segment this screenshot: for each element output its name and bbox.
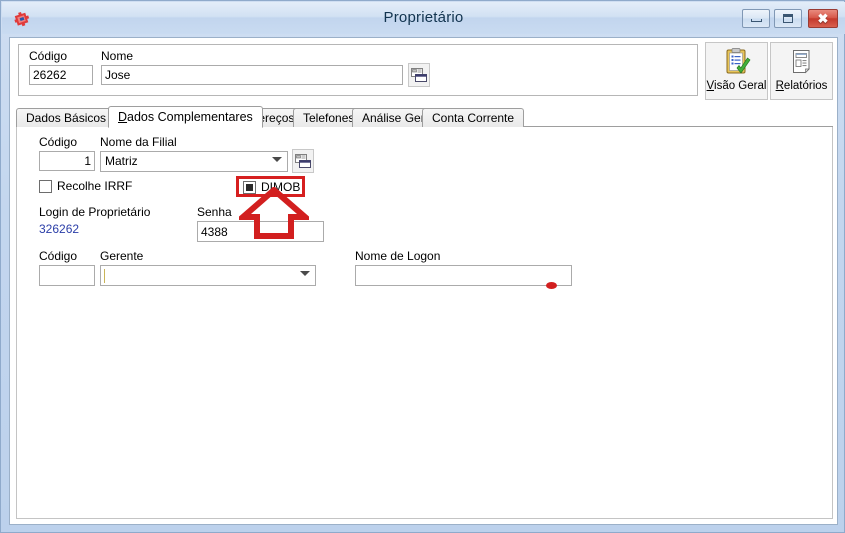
tab-conta-corrente[interactable]: Conta Corrente xyxy=(422,108,525,127)
visao-geral-accel-key: V xyxy=(706,80,715,92)
form-window-icon xyxy=(295,154,311,168)
title-bar: Proprietário ✖ xyxy=(2,2,845,34)
clipboard-check-icon xyxy=(726,48,750,74)
tab-page-dados-complementares: Código Nome da Filial Matriz xyxy=(16,127,833,519)
header-nome-browse-button[interactable] xyxy=(408,63,430,87)
filial-codigo-label: Código xyxy=(39,135,78,149)
tab-dados-basicos-label: Dados Básicos xyxy=(26,111,107,125)
form-window-icon xyxy=(411,68,427,82)
tab-strip: Dados Básicos Dados Complementares Ender… xyxy=(16,106,833,128)
report-document-icon xyxy=(792,50,810,74)
tab-dados-basicos[interactable]: Dados Básicos xyxy=(16,108,117,127)
login-value[interactable]: 326262 xyxy=(39,222,79,236)
filial-browse-button[interactable] xyxy=(292,149,314,173)
relatorios-label: Relatórios xyxy=(776,80,828,92)
gerente-codigo-input[interactable] xyxy=(39,265,95,286)
header-codigo-label: Código xyxy=(29,49,68,63)
nome-logon-input[interactable] xyxy=(355,265,572,286)
chevron-down-icon xyxy=(300,271,310,276)
header-toolbar: Visão Geral Relatórios xyxy=(705,42,833,100)
relatorios-accel-key: R xyxy=(775,80,784,92)
minimize-icon xyxy=(750,19,762,22)
header-nome-input[interactable] xyxy=(101,65,403,85)
filial-codigo-input[interactable] xyxy=(39,151,95,171)
recolhe-irrf-box xyxy=(39,179,52,193)
filial-nome-label: Nome da Filial xyxy=(100,135,177,149)
gerente-label: Gerente xyxy=(100,249,144,263)
tab-dados-complementares-accel-key: D xyxy=(118,110,128,124)
record-header-group: Código Nome xyxy=(18,44,698,96)
close-button[interactable]: ✖ xyxy=(808,9,838,28)
relatorios-button[interactable]: Relatórios xyxy=(770,42,833,100)
tab-page-bottom-edge xyxy=(16,519,833,520)
annotation-up-arrow xyxy=(234,186,314,244)
header-nome-label: Nome xyxy=(101,49,134,63)
tab-conta-corrente-label: Conta Corrente xyxy=(432,111,515,125)
nome-logon-label: Nome de Logon xyxy=(355,249,441,263)
annotation-red-dot xyxy=(546,282,557,289)
header-codigo-input[interactable] xyxy=(29,65,93,85)
visao-geral-button[interactable]: Visão Geral xyxy=(705,42,768,100)
window-title: Proprietário xyxy=(383,9,464,26)
application-window: Proprietário ✖ Código Nome xyxy=(0,0,845,533)
filial-nome-combobox[interactable]: Matriz xyxy=(100,151,288,172)
minimize-button[interactable] xyxy=(742,9,770,28)
text-caret xyxy=(104,269,105,283)
client-area: Código Nome xyxy=(9,37,838,525)
gerente-codigo-label: Código xyxy=(39,249,78,263)
visao-geral-label: Visão Geral xyxy=(707,80,767,92)
tab-telefones-label: Telefones xyxy=(303,111,355,125)
visao-geral-label-rest: isão Geral xyxy=(714,80,767,92)
tab-dados-complementares[interactable]: Dados Complementares xyxy=(108,106,263,128)
close-icon: ✖ xyxy=(817,11,829,26)
maximize-button[interactable] xyxy=(774,9,802,28)
senha-label: Senha xyxy=(197,205,232,219)
recolhe-irrf-checkbox[interactable]: Recolhe IRRF xyxy=(39,179,132,193)
maximize-icon xyxy=(783,14,793,23)
relatorios-label-rest: elatórios xyxy=(783,80,828,92)
tab-dados-complementares-label: ados Complementares xyxy=(127,110,253,124)
filial-nome-value: Matriz xyxy=(105,154,138,168)
gerente-combobox[interactable] xyxy=(100,265,316,286)
chevron-down-icon xyxy=(272,157,282,162)
recolhe-irrf-label: Recolhe IRRF xyxy=(57,179,133,193)
login-label: Login de Proprietário xyxy=(39,205,151,219)
